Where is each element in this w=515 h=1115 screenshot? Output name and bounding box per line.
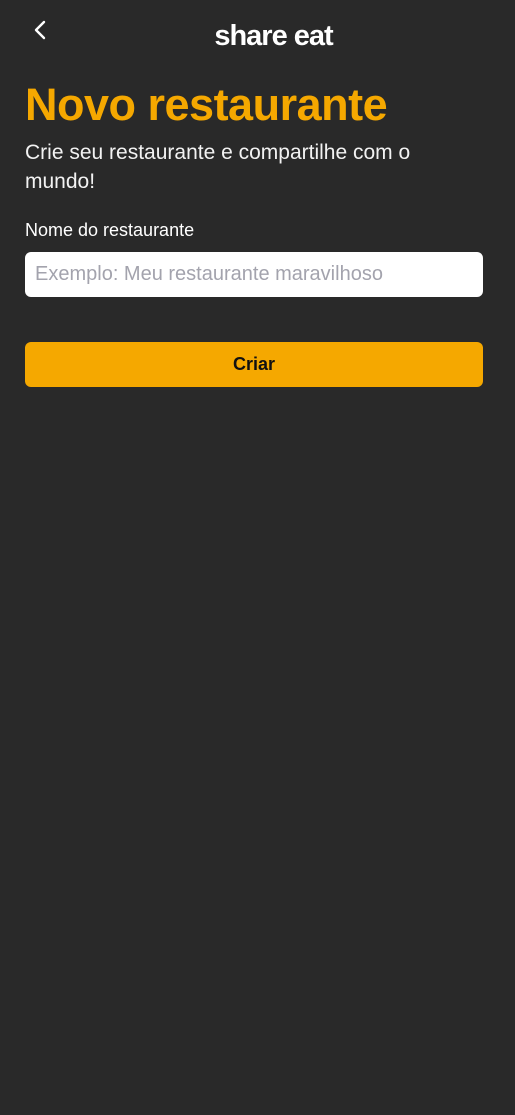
page-title: Novo restaurante [25,79,388,130]
main-content: Novo restaurante Crie seu restaurante e … [25,78,483,387]
new-restaurant-screen: share eat Novo restaurante Crie seu rest… [0,0,515,1115]
app-logo-title: share eat [214,20,333,52]
top-bar: share eat [0,0,515,72]
create-button[interactable]: Criar [25,342,483,387]
restaurant-name-input[interactable] [25,252,483,297]
restaurant-name-label: Nome do restaurante [25,220,195,240]
page-subtitle: Crie seu restaurante e compartilhe com o… [25,141,411,193]
